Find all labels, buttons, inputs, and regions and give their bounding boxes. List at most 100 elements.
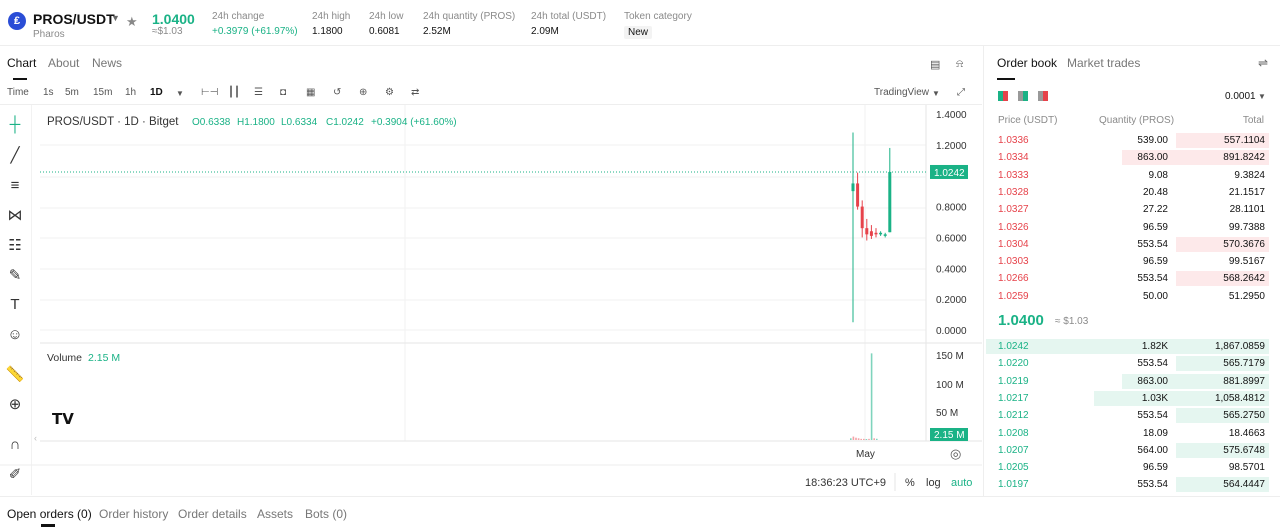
ask-row[interactable]: 1.0334 863.00 891.8242 bbox=[984, 149, 1280, 166]
tab-order-history[interactable]: Order history bbox=[99, 507, 168, 521]
volume-label: Volume bbox=[47, 352, 82, 364]
row-price: 1.0266 bbox=[998, 273, 1029, 285]
ask-row[interactable]: 1.0336 539.00 557.1104 bbox=[984, 132, 1280, 149]
volume-bar bbox=[850, 438, 852, 440]
chevron-down-icon[interactable]: ▼ bbox=[1258, 92, 1266, 101]
row-price: 1.0259 bbox=[998, 290, 1029, 302]
expand-icon[interactable]: ⤢ bbox=[957, 87, 965, 98]
tab-open-orders[interactable]: Open orders (0) bbox=[7, 507, 92, 527]
legend-low: L0.6334 bbox=[281, 117, 318, 128]
settings-sliders-icon[interactable]: ⇌ bbox=[1258, 56, 1268, 70]
tab-assets[interactable]: Assets bbox=[257, 507, 293, 521]
tab-chart[interactable]: Chart bbox=[7, 56, 36, 80]
view-bids-icon[interactable] bbox=[1018, 91, 1028, 101]
indicators-icon[interactable]: ☰ bbox=[254, 87, 263, 98]
tab-news[interactable]: News bbox=[92, 56, 122, 70]
candle-type-icon[interactable]: ┃┃ bbox=[228, 87, 240, 98]
range-icon[interactable]: ⊢⊣ bbox=[201, 87, 218, 98]
bottom-tabs: Open orders (0) Order history Order deta… bbox=[0, 496, 1280, 530]
row-total: 891.8242 bbox=[1223, 152, 1265, 164]
row-quantity: 96.59 bbox=[1142, 462, 1168, 474]
stat-24h-change: 24h change +0.3979 (+61.97%) bbox=[212, 11, 298, 37]
bid-row[interactable]: 1.0208 18.09 18.4663 bbox=[984, 425, 1280, 442]
tab-order-book[interactable]: Order book bbox=[997, 56, 1057, 80]
tab-market-trades[interactable]: Market trades bbox=[1067, 56, 1140, 70]
bid-row[interactable]: 1.0219 863.00 881.8997 bbox=[984, 373, 1280, 390]
bid-row[interactable]: 1.0217 1.03K 1,058.4812 bbox=[984, 390, 1280, 407]
candles bbox=[851, 132, 892, 323]
chevron-down-icon[interactable]: ▼ bbox=[932, 89, 940, 98]
token-category-badge: New bbox=[624, 26, 653, 39]
pair-name[interactable]: PROS/USDT bbox=[33, 11, 115, 27]
view-both-icon[interactable] bbox=[998, 91, 1008, 101]
clock-time: 18:36:23 UTC+9 bbox=[805, 477, 886, 489]
row-quantity: 1.82K bbox=[1141, 341, 1168, 352]
percent-toggle[interactable]: % bbox=[905, 477, 915, 489]
axis-settings-icon[interactable]: ◎ bbox=[950, 446, 961, 461]
ask-row[interactable]: 1.0328 20.48 21.1517 bbox=[984, 184, 1280, 201]
bid-row[interactable]: 1.0220 553.54 565.7179 bbox=[984, 355, 1280, 372]
price-tick: 1.2000 bbox=[936, 141, 967, 152]
row-total: 1,867.0859 bbox=[1214, 341, 1265, 352]
row-quantity: 18.09 bbox=[1142, 427, 1168, 439]
row-quantity: 96.59 bbox=[1142, 256, 1168, 268]
calculator-icon[interactable]: ▤ bbox=[930, 58, 940, 71]
alert-bell-icon[interactable]: ⍾ bbox=[956, 58, 963, 71]
replay-icon[interactable]: ↺ bbox=[333, 87, 341, 98]
bid-row[interactable]: 1.0205 96.59 98.5701 bbox=[984, 459, 1280, 476]
row-total: 881.8997 bbox=[1223, 375, 1265, 387]
candle-body bbox=[879, 232, 883, 235]
price-tick: 0.6000 bbox=[936, 233, 967, 244]
candle-body bbox=[883, 234, 887, 236]
bid-row[interactable]: 1.0242 1.82K 1,867.0859 bbox=[984, 338, 1280, 355]
price-chart[interactable]: PROS/USDT · 1D · Bitget O0.6338 H1.1800 … bbox=[0, 105, 982, 495]
interval-1h[interactable]: 1h bbox=[125, 87, 136, 98]
favorite-star-icon[interactable]: ★ bbox=[126, 14, 138, 30]
chart-area[interactable]: ┼ ╱ ≡ ⋈ ☷ ✎ T ☺ 📏 ⊕ ∩ ✐ PROS/USDT · 1D ·… bbox=[0, 104, 982, 495]
tradingview-select[interactable]: TradingView bbox=[874, 87, 929, 98]
interval-15m[interactable]: 15m bbox=[93, 87, 112, 98]
scroll-left-icon[interactable]: ‹ bbox=[34, 433, 37, 443]
ask-row[interactable]: 1.0266 553.54 568.2642 bbox=[984, 270, 1280, 287]
ask-row[interactable]: 1.0327 27.22 28.1101 bbox=[984, 201, 1280, 218]
view-asks-icon[interactable] bbox=[1038, 91, 1048, 101]
chevron-down-icon[interactable]: ▼ bbox=[111, 13, 120, 23]
row-total: 570.3676 bbox=[1223, 238, 1265, 250]
bid-row[interactable]: 1.0207 564.00 575.6748 bbox=[984, 442, 1280, 459]
ask-row[interactable]: 1.0303 96.59 99.5167 bbox=[984, 253, 1280, 270]
camera-icon[interactable]: ◘ bbox=[280, 87, 286, 98]
add-icon[interactable]: ⊕ bbox=[359, 87, 367, 98]
row-price: 1.0334 bbox=[998, 152, 1029, 164]
ask-row[interactable]: 1.0326 96.59 99.7388 bbox=[984, 219, 1280, 236]
calendar-icon[interactable]: ▦ bbox=[306, 87, 315, 98]
row-price: 1.0220 bbox=[998, 358, 1029, 370]
interval-1s[interactable]: 1s bbox=[43, 87, 54, 98]
tab-order-details[interactable]: Order details bbox=[178, 507, 247, 521]
ask-row[interactable]: 1.0333 9.08 9.3824 bbox=[984, 167, 1280, 184]
legend-change: +0.3904 (+61.60%) bbox=[371, 117, 457, 128]
settings-gear-icon[interactable]: ⚙ bbox=[385, 87, 394, 98]
mid-price: 1.0400 bbox=[998, 312, 1044, 329]
volume-tick-150m: 150 M bbox=[936, 351, 964, 362]
volume-bar bbox=[857, 438, 860, 440]
volume-bar bbox=[863, 438, 865, 440]
ask-row[interactable]: 1.0259 50.00 51.2950 bbox=[984, 288, 1280, 305]
interval-5m[interactable]: 5m bbox=[65, 87, 79, 98]
log-toggle[interactable]: log bbox=[926, 477, 941, 489]
tab-bots[interactable]: Bots (0) bbox=[305, 507, 347, 521]
ask-row[interactable]: 1.0304 553.54 570.3676 bbox=[984, 236, 1280, 253]
stat-24h-high: 24h high 1.1800 bbox=[312, 11, 351, 37]
row-total: 18.4663 bbox=[1228, 427, 1265, 439]
row-total: 21.1517 bbox=[1228, 186, 1265, 198]
row-total: 9.3824 bbox=[1234, 169, 1265, 181]
row-total: 28.1101 bbox=[1229, 204, 1265, 216]
auto-toggle[interactable]: auto bbox=[951, 477, 972, 489]
fullscreen-arrows-icon[interactable]: ⇄ bbox=[411, 87, 419, 98]
precision-select[interactable]: 0.0001 bbox=[1225, 91, 1256, 102]
interval-time[interactable]: Time bbox=[7, 87, 29, 98]
bid-row[interactable]: 1.0197 553.54 564.4447 bbox=[984, 476, 1280, 493]
interval-1d[interactable]: 1D bbox=[150, 87, 163, 98]
bid-row[interactable]: 1.0212 553.54 565.2750 bbox=[984, 407, 1280, 424]
tab-about[interactable]: About bbox=[48, 56, 79, 70]
interval-dropdown-icon[interactable]: ▼ bbox=[176, 89, 184, 98]
